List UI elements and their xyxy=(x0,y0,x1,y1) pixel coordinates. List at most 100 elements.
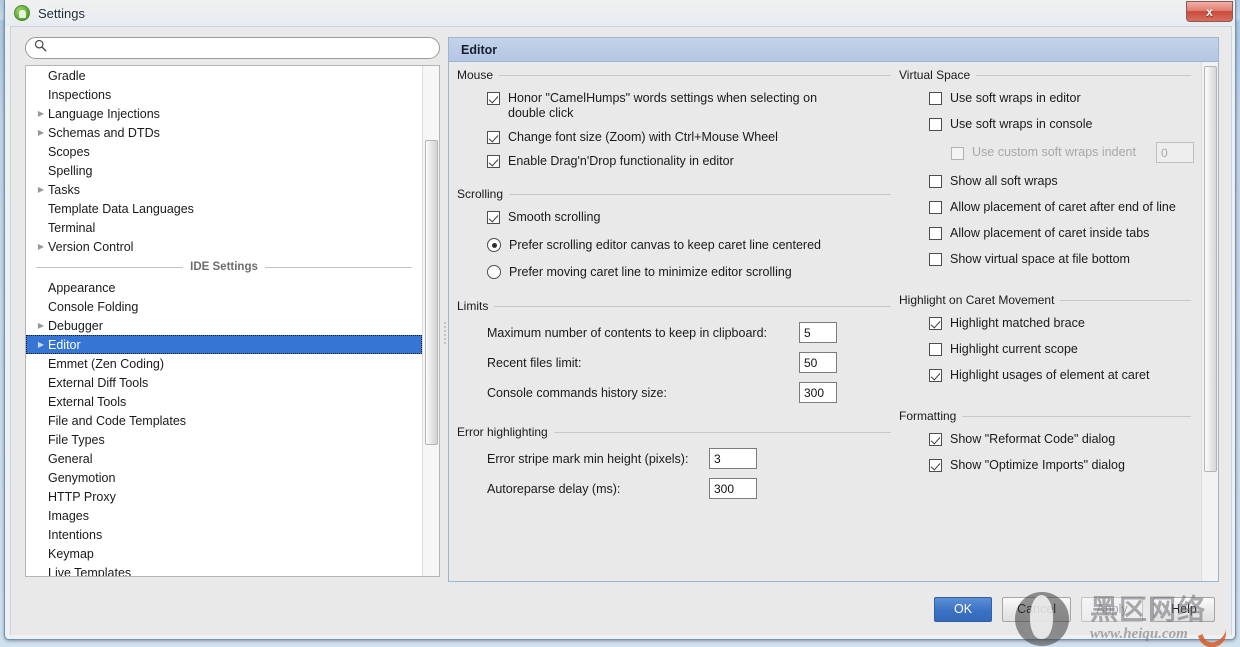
checkbox-icon[interactable] xyxy=(929,369,942,382)
sidebar-section-separator: IDE Settings xyxy=(26,256,422,278)
sidebar-item-inspections[interactable]: Inspections xyxy=(26,85,422,104)
sidebar-item-spelling[interactable]: Spelling xyxy=(26,161,422,180)
group-items-limits: Maximum number of contents to keep in cl… xyxy=(457,322,899,403)
checkbox-highlight-usages-at-caret[interactable]: Highlight usages of element at caret xyxy=(929,368,1199,383)
sidebar-item-file-and-code-templates[interactable]: File and Code Templates xyxy=(26,411,422,430)
sidebar-item-label: Appearance xyxy=(48,280,116,295)
sidebar-item-general[interactable]: General xyxy=(26,449,422,468)
checkbox-show-optimize-imports-dialog[interactable]: Show "Optimize Imports" dialog xyxy=(929,458,1199,473)
sidebar-item-label: HTTP Proxy xyxy=(48,489,116,504)
chevron-right-icon[interactable]: ▶ xyxy=(34,185,48,194)
sidebar-item-appearance[interactable]: Appearance xyxy=(26,278,422,297)
checkbox-icon[interactable] xyxy=(929,317,942,330)
sidebar-item-tasks[interactable]: ▶ Tasks xyxy=(26,180,422,199)
checkbox-change-font-size-zoom[interactable]: Change font size (Zoom) with Ctrl+Mouse … xyxy=(487,130,899,145)
checkbox-icon[interactable] xyxy=(487,211,500,224)
checkbox-soft-wraps-console[interactable]: Use soft wraps in console xyxy=(929,117,1199,132)
checkbox-icon[interactable] xyxy=(929,343,942,356)
search-box[interactable] xyxy=(25,37,440,59)
sidebar-item-version-control[interactable]: ▶ Version Control xyxy=(26,237,422,256)
checkbox-label: Show virtual space at file bottom xyxy=(950,252,1130,266)
sidebar-item-intentions[interactable]: Intentions xyxy=(26,525,422,544)
chevron-right-icon[interactable]: ▶ xyxy=(34,128,48,137)
chevron-right-icon[interactable]: ▶ xyxy=(34,340,48,349)
checkbox-show-reformat-code-dialog[interactable]: Show "Reformat Code" dialog xyxy=(929,432,1199,447)
help-button[interactable]: Help xyxy=(1153,596,1215,622)
radio-icon[interactable] xyxy=(487,238,501,252)
chevron-right-icon[interactable]: ▶ xyxy=(34,109,48,118)
checkbox-show-all-soft-wraps[interactable]: Show all soft wraps xyxy=(929,174,1199,189)
input-autoreparse-delay[interactable] xyxy=(709,478,757,499)
checkbox-icon[interactable] xyxy=(487,131,500,144)
radio-prefer-moving-caret[interactable]: Prefer moving caret line to minimize edi… xyxy=(487,265,899,279)
sidebar-item-genymotion[interactable]: Genymotion xyxy=(26,468,422,487)
checkbox-enable-dragndrop[interactable]: Enable Drag'n'Drop functionality in edit… xyxy=(487,154,899,169)
pane-scrollbar-thumb[interactable] xyxy=(1204,66,1217,472)
radio-icon[interactable] xyxy=(487,265,501,279)
checkbox-highlight-matched-brace[interactable]: Highlight matched brace xyxy=(929,316,1199,331)
sidebar-item-label: Schemas and DTDs xyxy=(48,125,160,140)
window-title: Settings xyxy=(38,5,85,21)
sidebar-item-console-folding[interactable]: Console Folding xyxy=(26,297,422,316)
checkbox-virtual-space-file-bottom[interactable]: Show virtual space at file bottom xyxy=(929,252,1199,267)
checkbox-icon[interactable] xyxy=(929,175,942,188)
close-icon[interactable]: x xyxy=(1186,1,1233,22)
search-input[interactable] xyxy=(47,39,439,57)
checkbox-soft-wraps-editor[interactable]: Use soft wraps in editor xyxy=(929,91,1199,106)
sidebar-item-external-tools[interactable]: External Tools xyxy=(26,392,422,411)
checkbox-icon[interactable] xyxy=(929,201,942,214)
sidebar-item-language-injections[interactable]: ▶ Language Injections xyxy=(26,104,422,123)
checkbox-icon[interactable] xyxy=(929,433,942,446)
sidebar-scrollbar[interactable] xyxy=(422,66,439,576)
checkbox-smooth-scrolling[interactable]: Smooth scrolling xyxy=(487,210,899,225)
sidebar-item-gradle[interactable]: Gradle xyxy=(26,66,422,85)
sidebar-item-images[interactable]: Images xyxy=(26,506,422,525)
field-label: Maximum number of contents to keep in cl… xyxy=(487,325,767,340)
sidebar-item-terminal[interactable]: Terminal xyxy=(26,218,422,237)
sidebar-item-http-proxy[interactable]: HTTP Proxy xyxy=(26,487,422,506)
group-title-error-highlighting: Error highlighting xyxy=(457,425,899,439)
checkbox-label: Highlight usages of element at caret xyxy=(950,368,1150,382)
group-title-scrolling: Scrolling xyxy=(457,187,899,201)
checkbox-caret-after-end-of-line[interactable]: Allow placement of caret after end of li… xyxy=(929,200,1199,215)
sidebar-item-file-types[interactable]: File Types xyxy=(26,430,422,449)
checkbox-icon[interactable] xyxy=(487,92,500,105)
checkbox-icon[interactable] xyxy=(929,118,942,131)
group-title-mouse: Mouse xyxy=(457,68,899,82)
checkbox-icon[interactable] xyxy=(929,227,942,240)
sidebar-item-label: File and Code Templates xyxy=(48,413,187,428)
input-error-stripe-min-height[interactable] xyxy=(709,448,757,469)
group-formatting: Formatting Show "Reformat Code" dialog S… xyxy=(899,409,1199,473)
checkbox-icon[interactable] xyxy=(929,459,942,472)
chevron-right-icon[interactable]: ▶ xyxy=(34,242,48,251)
checkbox-honor-camelhumps[interactable]: Honor "CamelHumps" words settings when s… xyxy=(487,91,899,121)
sidebar-item-keymap[interactable]: Keymap xyxy=(26,544,422,563)
sidebar-scrollbar-thumb[interactable] xyxy=(425,140,438,445)
sidebar-item-label: Language Injections xyxy=(48,106,160,121)
sidebar-item-emmet-zen-coding[interactable]: Emmet (Zen Coding) xyxy=(26,354,422,373)
sidebar-item-template-data-languages[interactable]: Template Data Languages xyxy=(26,199,422,218)
checkbox-icon[interactable] xyxy=(487,155,500,168)
sidebar-item-schemas-and-dtds[interactable]: ▶ Schemas and DTDs xyxy=(26,123,422,142)
checkbox-icon[interactable] xyxy=(929,92,942,105)
sidebar-item-debugger[interactable]: ▶ Debugger xyxy=(26,316,422,335)
sidebar-item-editor[interactable]: ▶ Editor xyxy=(26,335,422,354)
sidebar-item-live-templates[interactable]: Live Templates xyxy=(26,563,422,577)
cancel-button[interactable]: Cancel xyxy=(1002,596,1071,622)
radio-prefer-scrolling-canvas[interactable]: Prefer scrolling editor canvas to keep c… xyxy=(487,238,899,252)
input-max-clipboard-contents[interactable] xyxy=(799,322,837,343)
input-console-history-size[interactable] xyxy=(799,382,837,403)
pane-body: Mouse Honor "CamelHumps" words settings … xyxy=(449,62,1218,581)
pane-scrollbar[interactable] xyxy=(1201,62,1218,581)
checkbox-label: Show all soft wraps xyxy=(950,174,1058,188)
checkbox-icon[interactable] xyxy=(929,253,942,266)
checkbox-label: Show "Optimize Imports" dialog xyxy=(950,458,1125,472)
sidebar-item-scopes[interactable]: Scopes xyxy=(26,142,422,161)
chevron-right-icon[interactable]: ▶ xyxy=(34,321,48,330)
sidebar-item-external-diff-tools[interactable]: External Diff Tools xyxy=(26,373,422,392)
checkbox-highlight-current-scope[interactable]: Highlight current scope xyxy=(929,342,1199,357)
input-recent-files-limit[interactable] xyxy=(799,352,837,373)
checkbox-label: Highlight current scope xyxy=(950,342,1078,356)
checkbox-caret-inside-tabs[interactable]: Allow placement of caret inside tabs xyxy=(929,226,1199,241)
ok-button[interactable]: OK xyxy=(934,596,993,622)
